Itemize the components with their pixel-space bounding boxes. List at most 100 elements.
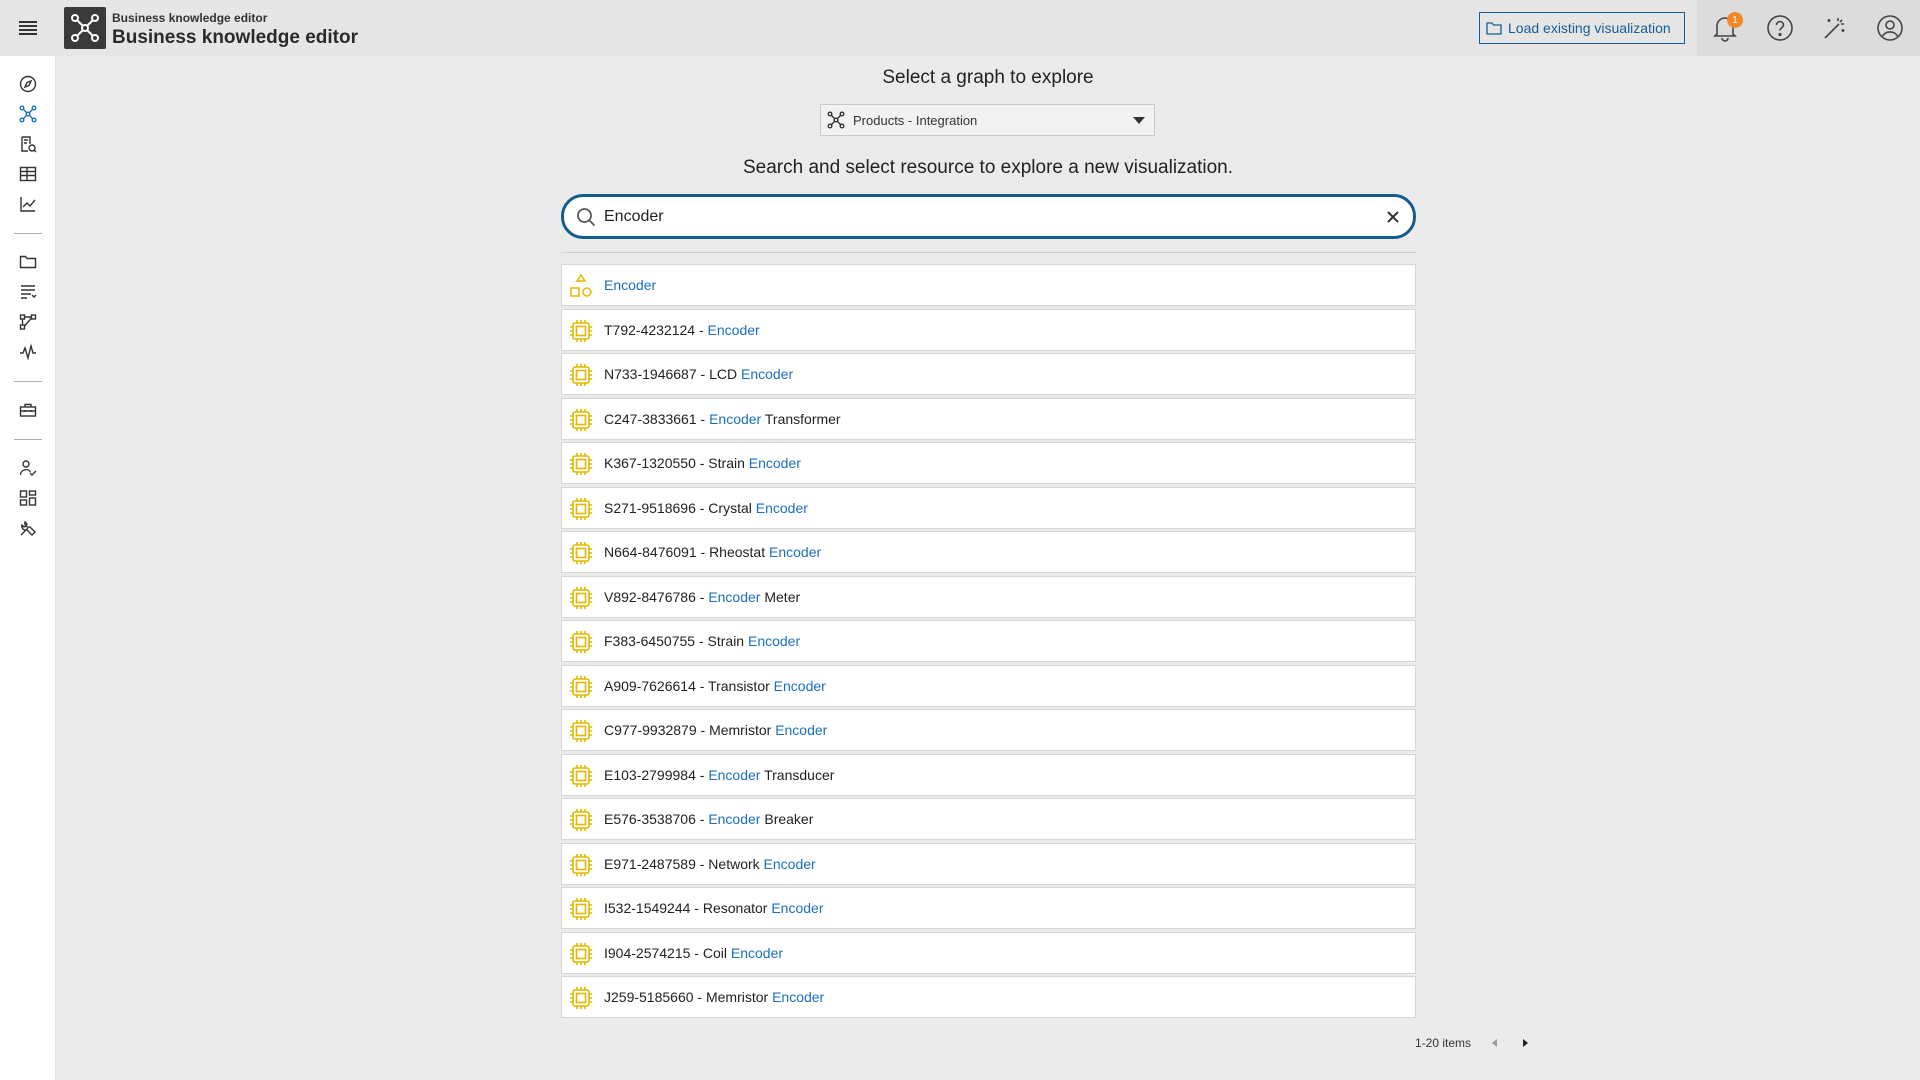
sidebar-item-folders[interactable]	[14, 248, 42, 276]
match-highlight: Encoder	[769, 544, 822, 560]
sidebar-item-filters[interactable]	[14, 278, 42, 306]
app-subtitle: Business knowledge editor	[112, 11, 268, 25]
result-item[interactable]: E971-2487589 - Network Encoder	[561, 842, 1416, 885]
pagination-label: 1-20 items	[1415, 1036, 1472, 1050]
result-item[interactable]: V892-8476786 - Encoder Meter	[561, 575, 1416, 618]
chip-icon	[568, 451, 594, 477]
result-item[interactable]: N664-8476091 - Rheostat Encoder	[561, 531, 1416, 573]
sidebar-item-tools[interactable]	[14, 514, 42, 542]
app-title: Business knowledge editor	[112, 27, 358, 48]
chip-icon	[568, 852, 594, 878]
sidebar-item-users[interactable]	[14, 454, 42, 482]
match-highlight: Encoder	[748, 455, 801, 471]
search-icon	[577, 208, 596, 227]
sidebar-item-analytics[interactable]	[14, 190, 42, 218]
user-circle-icon	[1877, 15, 1903, 41]
result-item[interactable]: C247-3833661 - Encoder Transformer	[561, 397, 1416, 440]
magic-wand-button[interactable]	[1815, 8, 1855, 48]
match-highlight: Encoder	[604, 277, 657, 293]
next-page-button[interactable]	[1523, 1039, 1528, 1047]
result-item[interactable]: T792-4232124 - Encoder	[561, 308, 1416, 351]
sidebar-item-dashboard[interactable]	[14, 484, 42, 512]
match-highlight: Encoder	[708, 811, 761, 827]
tools-icon	[20, 520, 36, 536]
result-item[interactable]: I532-1549244 - Resonator Encoder	[561, 887, 1416, 929]
chip-icon	[568, 985, 594, 1011]
chart-line-icon	[20, 197, 36, 212]
match-highlight: Encoder	[709, 410, 762, 427]
result-label: N733-1946687 - LCD Encoder	[604, 366, 794, 382]
result-item[interactable]: E576-3538706 - Encoder Breaker	[561, 798, 1416, 840]
result-item[interactable]: A909-7626614 - Transistor Encoder	[561, 664, 1416, 707]
result-item[interactable]: N733-1946687 - LCD Encoder	[561, 353, 1416, 395]
chevron-down-icon	[1133, 117, 1145, 124]
result-item[interactable]: J259-5185660 - Memristor Encoder	[561, 976, 1416, 1018]
result-item[interactable]: S271-9518696 - Crystal Encoder	[561, 486, 1416, 529]
help-icon	[1767, 15, 1793, 41]
result-label: C247-3833661 - Encoder Transformer	[604, 410, 841, 427]
folder-icon	[1486, 22, 1502, 35]
match-highlight: Encoder	[773, 677, 826, 694]
match-highlight: Encoder	[740, 366, 794, 382]
clear-search-button[interactable]	[1383, 207, 1403, 227]
result-label: I532-1549244 - Resonator Encoder	[604, 900, 824, 916]
chip-icon	[568, 362, 594, 388]
result-item[interactable]: E103-2799984 - Encoder Transducer	[561, 753, 1416, 796]
activity-icon	[20, 343, 36, 361]
result-item[interactable]: K367-1320550 - Strain Encoder	[561, 442, 1416, 484]
chip-icon	[568, 807, 594, 833]
load-visualization-label: Load existing visualization	[1508, 20, 1671, 36]
chip-icon	[568, 674, 594, 700]
sidebar-divider	[14, 439, 42, 440]
result-item[interactable]: I904-2574215 - Coil Encoder	[561, 931, 1416, 974]
result-item[interactable]: F383-6450755 - Strain Encoder	[561, 620, 1416, 662]
result-label: T792-4232124 - Encoder	[604, 321, 760, 338]
sidebar-item-data-search[interactable]	[14, 130, 42, 158]
load-visualization-button[interactable]: Load existing visualization	[1479, 12, 1685, 44]
graph-select[interactable]: Products - Integration	[820, 104, 1155, 136]
help-button[interactable]	[1760, 8, 1800, 48]
sidebar-item-workflow[interactable]	[14, 308, 42, 336]
sidebar-item-explore[interactable]	[14, 70, 42, 98]
chip-icon	[568, 629, 594, 655]
compass-icon	[19, 75, 37, 93]
match-highlight: Encoder	[771, 900, 824, 916]
sidebar-item-graph[interactable]	[14, 100, 42, 128]
notification-badge: 1	[1727, 12, 1743, 28]
search-box	[561, 194, 1416, 239]
toolbox-icon	[19, 403, 37, 417]
chip-icon	[568, 896, 594, 922]
result-label: J259-5185660 - Memristor Encoder	[604, 989, 825, 1005]
result-label: N664-8476091 - Rheostat Encoder	[604, 544, 822, 560]
close-icon	[1387, 211, 1399, 223]
search-title: Search and select resource to explore a …	[742, 157, 1234, 178]
result-item[interactable]: C977-9932879 - Memristor Encoder	[561, 709, 1416, 751]
match-highlight: Encoder	[707, 321, 760, 338]
sidebar	[0, 56, 56, 1080]
notifications-button[interactable]: 1	[1705, 8, 1745, 48]
user-profile-button[interactable]	[1870, 8, 1910, 48]
result-label: C977-9932879 - Memristor Encoder	[604, 722, 828, 738]
results-list: Encoder T792-4232124 - Encoder N733-194668…	[561, 264, 1416, 1021]
result-label: A909-7626614 - Transistor Encoder	[604, 677, 826, 694]
result-label: E576-3538706 - Encoder Breaker	[604, 811, 814, 827]
chip-icon	[568, 585, 594, 611]
sidebar-item-table[interactable]	[14, 160, 42, 188]
menu-icon[interactable]	[0, 0, 56, 56]
search-input[interactable]	[604, 205, 1354, 229]
result-item[interactable]: Encoder	[561, 264, 1416, 306]
table-icon	[19, 166, 37, 182]
result-label: Encoder	[604, 277, 656, 293]
sidebar-item-activity[interactable]	[14, 338, 42, 366]
magic-wand-icon	[1824, 18, 1845, 39]
graph-select-value: Products - Integration	[853, 112, 978, 128]
result-label: E971-2487589 - Network Encoder	[604, 855, 816, 872]
graph-icon	[827, 111, 845, 129]
sidebar-item-toolbox[interactable]	[14, 396, 42, 424]
graph-icon	[19, 105, 37, 123]
result-label: E103-2799984 - Encoder Transducer	[604, 766, 835, 783]
sidebar-divider	[14, 381, 42, 382]
prev-page-button[interactable]	[1492, 1039, 1497, 1047]
app-logo-icon	[64, 7, 106, 49]
chip-icon	[568, 496, 594, 522]
